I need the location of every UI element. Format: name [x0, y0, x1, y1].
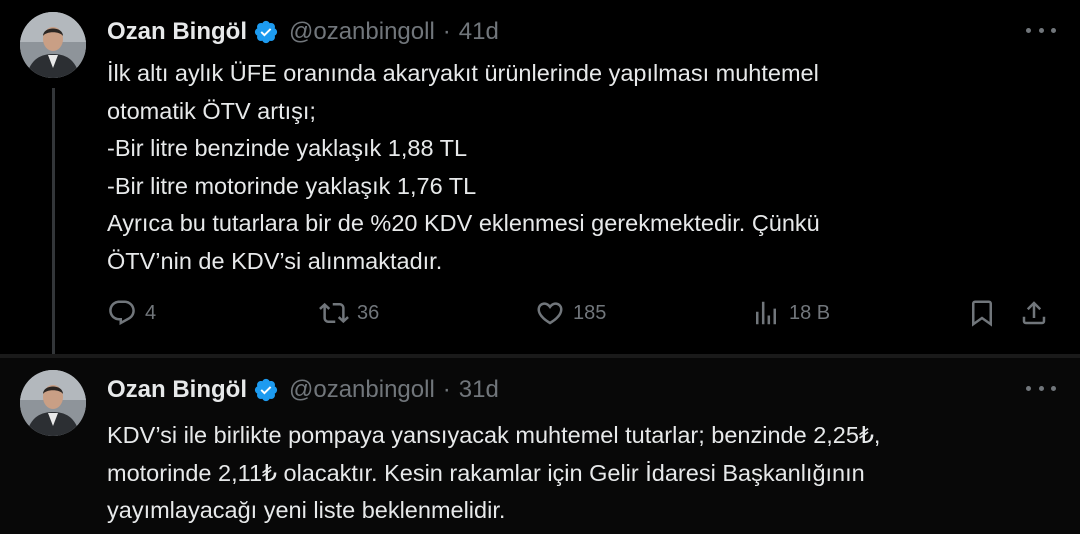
share-icon: [1022, 301, 1046, 325]
avatar[interactable]: [20, 12, 86, 78]
more-options-icon[interactable]: [1026, 378, 1056, 398]
author-name[interactable]: Ozan Bingöl: [107, 18, 247, 46]
reply-count: 4: [145, 301, 157, 324]
tweet-text-line: ÖTV’nin de KDV’si alınmaktadır.: [107, 247, 443, 274]
repost-count: 36: [357, 301, 380, 324]
tweet-header: Ozan Bingöl @ozanbingoll · 31d: [107, 372, 499, 408]
author-handle[interactable]: @ozanbingoll: [289, 376, 435, 404]
timestamp[interactable]: 31d: [459, 376, 499, 404]
tweet-2[interactable]: Ozan Bingöl @ozanbingoll · 31d KDV’si il…: [0, 358, 1080, 534]
tweet-header: Ozan Bingöl @ozanbingoll · 41d: [107, 14, 499, 50]
like-button[interactable]: 185: [535, 296, 606, 330]
avatar[interactable]: [20, 370, 86, 436]
thread-connector-line: [52, 88, 55, 363]
tweet-text-line: -Bir litre benzinde yaklaşık 1,88 TL: [107, 135, 468, 161]
verified-badge-icon: [254, 378, 278, 402]
views-chart-icon: [756, 301, 776, 325]
tweet-text-line: İlk altı aylık ÜFE oranında akaryakıt ür…: [107, 60, 819, 86]
tweet-text-line: otomatik ÖTV artışı;: [107, 97, 316, 124]
tweet-text-line: motorinde 2,11₺ olacaktır. Kesin rakamla…: [107, 459, 865, 486]
views-count: 18 B: [789, 301, 831, 324]
bookmark-button[interactable]: [967, 296, 997, 330]
tweet-actions: 4 36 185 18 B: [107, 296, 1057, 330]
repost-icon: [319, 302, 349, 324]
tweet-1[interactable]: Ozan Bingöl @ozanbingoll · 41d İlk altı …: [0, 0, 1080, 354]
tweet-text: KDV’si ile birlikte pompaya yansıyacak m…: [107, 417, 1057, 530]
verified-badge-icon: [254, 20, 278, 44]
tweet-text-line: Ayrıca bu tutarlara bir de %20 KDV eklen…: [107, 210, 820, 236]
more-options-icon[interactable]: [1026, 20, 1056, 40]
author-name[interactable]: Ozan Bingöl: [107, 376, 247, 404]
share-button[interactable]: [1019, 296, 1049, 330]
separator-dot: ·: [442, 18, 451, 45]
tweet-text: İlk altı aylık ÜFE oranında akaryakıt ür…: [107, 55, 1057, 280]
heart-icon: [537, 302, 563, 325]
separator-dot: ·: [442, 376, 451, 403]
reply-icon: [109, 300, 135, 326]
tweet-text-line: yayımlayacağı yeni liste beklenmelidir.: [107, 497, 506, 523]
author-handle[interactable]: @ozanbingoll: [289, 18, 435, 46]
reply-button[interactable]: 4: [107, 296, 156, 330]
bookmark-icon: [972, 300, 992, 327]
timestamp[interactable]: 41d: [459, 18, 499, 46]
tweet-text-line: -Bir litre motorinde yaklaşık 1,76 TL: [107, 172, 477, 199]
like-count: 185: [573, 301, 607, 324]
tweet-text-line: KDV’si ile birlikte pompaya yansıyacak m…: [107, 422, 881, 448]
repost-button[interactable]: 36: [319, 296, 379, 330]
views-button[interactable]: 18 B: [751, 296, 830, 330]
